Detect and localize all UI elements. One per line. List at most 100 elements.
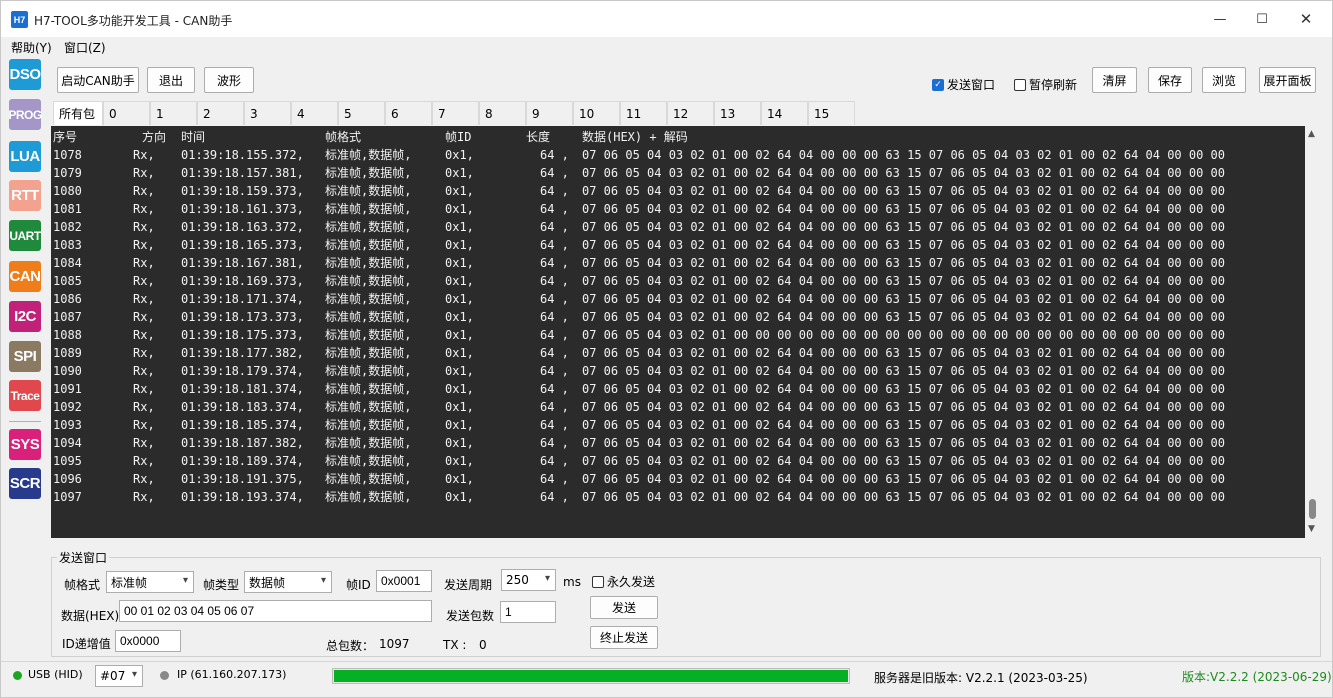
chevron-down-icon: ▾ <box>544 573 550 584</box>
row-frame-format: 标准帧,数据帧, <box>325 436 412 450</box>
sidebar-can-button[interactable]: CAN <box>9 261 41 292</box>
tab-channel-9[interactable]: 9 <box>526 101 573 125</box>
row-frame-id: 0x1, <box>445 436 474 450</box>
exit-button[interactable]: 退出 <box>147 67 195 93</box>
sidebar-trace-button[interactable]: Trace <box>9 380 41 411</box>
row-time: 01:39:18.193.374, <box>181 490 304 504</box>
tab-channel-2[interactable]: 2 <box>197 101 244 125</box>
waveform-button[interactable]: 波形 <box>204 67 254 93</box>
row-frame-format: 标准帧,数据帧, <box>325 202 412 216</box>
usb-status: USB (HID) <box>28 668 83 681</box>
menu-window[interactable]: 窗口(Z) <box>64 39 106 56</box>
scroll-up-icon[interactable]: ▲ <box>1308 129 1315 139</box>
row-direction: Rx, <box>133 364 155 378</box>
sidebar-sys-button[interactable]: SYS <box>9 429 41 460</box>
tab-channel-14[interactable]: 14 <box>761 101 808 125</box>
row-frame-id: 0x1, <box>445 166 474 180</box>
tab-channel-13[interactable]: 13 <box>714 101 761 125</box>
close-button[interactable]: ✕ <box>1283 1 1329 37</box>
header-data: 数据(HEX) + 解码 <box>582 130 688 144</box>
sidebar-uart-button[interactable]: UART <box>9 220 41 251</box>
row-direction: Rx, <box>133 274 155 288</box>
app-window: H7 H7-TOOL多功能开发工具 - CAN助手 — ☐ ✕ 帮助(Y) 窗口… <box>0 0 1333 698</box>
row-data: 07 06 05 04 03 02 01 00 02 64 04 00 00 0… <box>582 148 1225 162</box>
row-time: 01:39:18.183.374, <box>181 400 304 414</box>
row-direction: Rx, <box>133 220 155 234</box>
row-seq: 1079 <box>53 166 82 180</box>
sidebar-dso-button[interactable]: DSO <box>9 59 41 90</box>
frame-type-select[interactable]: 数据帧 ▾ <box>244 571 332 593</box>
sidebar-prog-button[interactable]: PROG <box>8 99 42 130</box>
tab-channel-0[interactable]: 0 <box>103 101 150 125</box>
browse-button[interactable]: 浏览 <box>1202 67 1246 93</box>
sidebar-lua-button[interactable]: LUA <box>9 141 41 172</box>
save-button[interactable]: 保存 <box>1148 67 1192 93</box>
pause-refresh-checkbox[interactable]: 暂停刷新 <box>1014 76 1077 93</box>
id-increment-input[interactable]: 0x0000 <box>115 630 181 652</box>
row-data: 07 06 05 04 03 02 01 00 02 64 04 00 00 0… <box>582 166 1225 180</box>
sidebar-spi-button[interactable]: SPI <box>9 341 41 372</box>
row-length: 64 , <box>540 220 569 234</box>
row-length: 64 , <box>540 238 569 252</box>
row-data: 07 06 05 04 03 02 01 00 00 00 00 00 00 0… <box>582 328 1225 342</box>
row-data: 07 06 05 04 03 02 01 00 02 64 04 00 00 0… <box>582 202 1225 216</box>
maximize-button[interactable]: ☐ <box>1239 1 1285 37</box>
start-can-button[interactable]: 启动CAN助手 <box>57 67 139 93</box>
row-frame-format: 标准帧,数据帧, <box>325 328 412 342</box>
scroll-down-icon[interactable]: ▼ <box>1308 524 1315 534</box>
forever-send-checkbox[interactable]: 永久发送 <box>592 573 655 590</box>
tab-channel-6[interactable]: 6 <box>385 101 432 125</box>
sidebar-i2c-button[interactable]: I2C <box>9 301 41 332</box>
row-length: 64 , <box>540 346 569 360</box>
tab-channel-10[interactable]: 10 <box>573 101 620 125</box>
frame-format-select[interactable]: 标准帧 ▾ <box>106 571 194 593</box>
send-count-input[interactable]: 1 <box>500 601 556 623</box>
tab-all-packets[interactable]: 所有包 <box>53 101 103 125</box>
row-length: 64 , <box>540 418 569 432</box>
row-time: 01:39:18.159.373, <box>181 184 304 198</box>
tab-channel-8[interactable]: 8 <box>479 101 526 125</box>
row-seq: 1087 <box>53 310 82 324</box>
row-time: 01:39:18.175.373, <box>181 328 304 342</box>
tab-channel-12[interactable]: 12 <box>667 101 714 125</box>
row-seq: 1083 <box>53 238 82 252</box>
data-hex-input[interactable]: 00 01 02 03 04 05 06 07 <box>119 600 432 622</box>
stop-send-button[interactable]: 终止发送 <box>590 626 658 649</box>
clear-screen-button[interactable]: 清屏 <box>1092 67 1137 93</box>
tab-channel-5[interactable]: 5 <box>338 101 385 125</box>
send-window-checkbox[interactable]: ✓ 发送窗口 <box>932 76 995 93</box>
minimize-button[interactable]: — <box>1197 1 1243 37</box>
device-select[interactable]: #07 ▾ <box>95 665 143 687</box>
row-time: 01:39:18.157.381, <box>181 166 304 180</box>
log-scrollbar[interactable]: ▲ ▼ <box>1305 126 1321 538</box>
can-log-view[interactable]: 序号 方向 时间 帧格式 帧ID 长度 数据(HEX) + 解码 1078 Rx,… <box>51 126 1305 538</box>
sidebar-scr-button[interactable]: SCR <box>9 468 41 499</box>
header-length: 长度 <box>526 130 551 144</box>
tab-channel-3[interactable]: 3 <box>244 101 291 125</box>
title-bar: H7 H7-TOOL多功能开发工具 - CAN助手 — ☐ ✕ <box>1 1 1332 37</box>
send-period-select[interactable]: 250 ▾ <box>501 569 556 591</box>
row-length: 64 , <box>540 274 569 288</box>
tab-channel-7[interactable]: 7 <box>432 101 479 125</box>
expand-panel-button[interactable]: 展开面板 <box>1259 67 1316 93</box>
row-time: 01:39:18.165.373, <box>181 238 304 252</box>
tab-channel-15[interactable]: 15 <box>808 101 855 125</box>
row-frame-format: 标准帧,数据帧, <box>325 292 412 306</box>
tx-value: 0 <box>479 638 487 652</box>
row-data: 07 06 05 04 03 02 01 00 02 64 04 00 00 0… <box>582 490 1225 504</box>
tab-channel-4[interactable]: 4 <box>291 101 338 125</box>
sidebar-rtt-button[interactable]: RTT <box>9 180 41 211</box>
tab-channel-1[interactable]: 1 <box>150 101 197 125</box>
frame-id-input[interactable]: 0x0001 <box>376 570 432 592</box>
tab-channel-11[interactable]: 11 <box>620 101 667 125</box>
row-frame-format: 标准帧,数据帧, <box>325 418 412 432</box>
row-direction: Rx, <box>133 418 155 432</box>
row-frame-id: 0x1, <box>445 292 474 306</box>
send-button[interactable]: 发送 <box>590 596 658 619</box>
row-frame-id: 0x1, <box>445 382 474 396</box>
row-data: 07 06 05 04 03 02 01 00 02 64 04 00 00 0… <box>582 310 1225 324</box>
checkbox-mark <box>592 575 604 588</box>
menu-help[interactable]: 帮助(Y) <box>11 39 52 56</box>
app-logo-icon: H7 <box>11 11 28 28</box>
scroll-thumb[interactable] <box>1309 499 1316 519</box>
